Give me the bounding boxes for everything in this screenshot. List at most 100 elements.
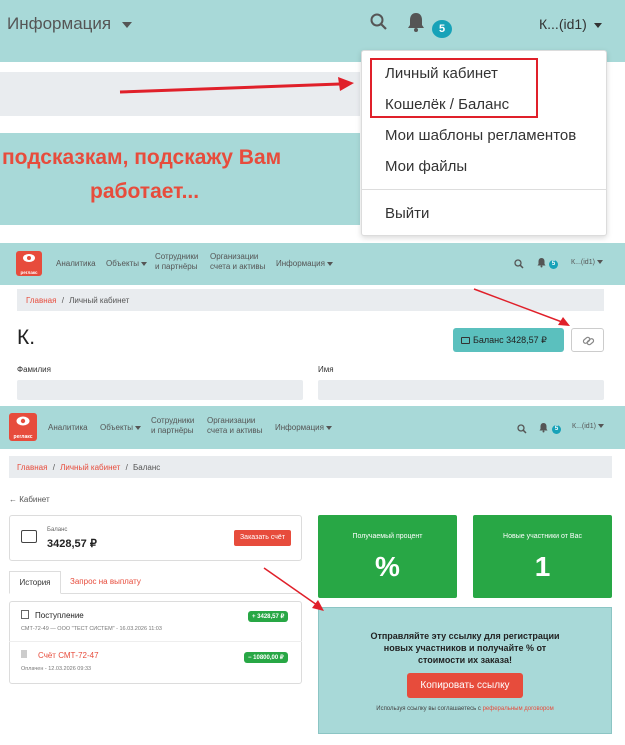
- nav-staff-line2: и партнёры: [151, 425, 194, 435]
- link-button[interactable]: [571, 328, 604, 352]
- agreement-prefix: Используя ссылку вы соглашаетесь с: [376, 706, 481, 712]
- chevron-down-icon: [135, 425, 141, 430]
- tx2-amount: − 10800,00 ₽: [244, 652, 288, 663]
- wallet-icon: [461, 337, 470, 345]
- info-menu[interactable]: Информация: [7, 14, 132, 34]
- agreement-text: Используя ссылку вы соглашаетесь с рефер…: [318, 706, 612, 712]
- chevron-down-icon: [325, 425, 332, 430]
- nav-orgs-line2: счета и активы: [210, 261, 266, 271]
- search-icon[interactable]: [370, 13, 388, 31]
- nav-info[interactable]: Информация: [275, 423, 332, 433]
- user-menu[interactable]: К...(id1): [571, 259, 603, 267]
- notification-badge: 5: [432, 20, 452, 38]
- nav-orgs[interactable]: Организации счета и активы: [207, 416, 262, 435]
- nav-analytics[interactable]: Аналитика: [48, 423, 88, 433]
- dropdown-item-logout[interactable]: Выйти: [385, 205, 429, 222]
- search-icon[interactable]: [514, 256, 524, 274]
- document-icon: [21, 610, 29, 619]
- user-menu[interactable]: К...(id1): [572, 423, 604, 431]
- back-link[interactable]: ← Кабинет: [9, 495, 50, 504]
- bell-icon[interactable]: [538, 420, 549, 438]
- breadcrumb-cabinet[interactable]: Личный кабинет: [60, 463, 120, 472]
- search-icon[interactable]: [517, 421, 527, 439]
- nav-info-label: Информация: [276, 259, 325, 268]
- dropdown-item-wallet[interactable]: Кошелёк / Баланс: [385, 96, 509, 113]
- annotation-arrow: [473, 288, 570, 326]
- notification-badge: 5: [549, 260, 558, 269]
- chevron-down-icon: [121, 21, 132, 28]
- nav-staff-line1: Сотрудники: [151, 416, 195, 425]
- order-invoice-button[interactable]: Заказать счёт: [234, 530, 291, 546]
- wallet-icon: [21, 530, 37, 543]
- dropdown-item-templates[interactable]: Мои шаблоны регламентов: [385, 127, 576, 144]
- referral-box: [318, 607, 612, 734]
- balance-button[interactable]: Баланс 3428,57 ₽: [453, 328, 564, 352]
- notification-badge: 5: [552, 425, 561, 434]
- breadcrumb-home[interactable]: Главная: [26, 296, 56, 305]
- chevron-down-icon: [596, 260, 603, 265]
- firstname-label: Имя: [318, 365, 334, 374]
- nav-info-label: Информация: [275, 423, 324, 432]
- tab-payout[interactable]: Запрос на выплату: [70, 577, 141, 586]
- link-icon: [582, 336, 595, 346]
- surname-field[interactable]: [17, 380, 303, 400]
- nav-analytics[interactable]: Аналитика: [56, 259, 96, 269]
- nav-orgs-line1: Организации: [210, 252, 259, 261]
- nav-info[interactable]: Информация: [276, 259, 333, 269]
- new-members-tile-label: Новые участники от Вас: [503, 533, 582, 540]
- bell-icon[interactable]: [536, 255, 547, 273]
- chevron-down-icon: [141, 261, 147, 266]
- tx1-title: Поступление: [35, 611, 84, 620]
- annotation-arrow: [119, 77, 354, 94]
- user-menu-label: К...(id1): [539, 16, 587, 32]
- nav-objects-label: Объекты: [100, 423, 133, 432]
- user-menu[interactable]: К...(id1): [539, 16, 602, 32]
- nav-staff-line2: и партнёры: [155, 261, 198, 271]
- tx2-title[interactable]: Счёт СМТ-72-47: [38, 651, 99, 660]
- new-members-tile-value: 1: [534, 551, 551, 582]
- breadcrumb-sep: /: [61, 296, 64, 305]
- banner-line2: работает...: [90, 180, 200, 203]
- info-menu-label: Информация: [7, 14, 112, 33]
- bell-icon[interactable]: [405, 11, 427, 33]
- breadcrumb-sep: /: [52, 463, 55, 472]
- nav-staff[interactable]: Сотрудники и партнёры: [151, 416, 194, 435]
- balance-card-value: 3428,57 ₽: [47, 538, 97, 550]
- annotation-arrow: [263, 567, 324, 611]
- agreement-link[interactable]: реферальным договором: [483, 706, 554, 712]
- nav-orgs-line2: счета и активы: [207, 425, 263, 435]
- firstname-field[interactable]: [318, 380, 604, 400]
- referral-text-line2: новых участников и получайте % от: [383, 643, 547, 653]
- logo-text: реглакс: [20, 270, 38, 275]
- logo[interactable]: реглакс: [16, 251, 42, 276]
- dropdown-item-files[interactable]: Мои файлы: [385, 158, 467, 175]
- row-divider: [9, 641, 302, 642]
- tx1-sub: СМТ-72-49 — ООО "ТЕСТ СИСТЕМ" - 16.03.20…: [21, 626, 162, 632]
- nav-orgs[interactable]: Организации счета и активы: [210, 252, 265, 271]
- dropdown-divider: [361, 189, 607, 190]
- breadcrumb-home[interactable]: Главная: [17, 463, 47, 472]
- surname-label: Фамилия: [17, 365, 51, 374]
- nav-objects[interactable]: Объекты: [106, 259, 147, 269]
- user-menu-label: К...(id1): [572, 423, 596, 430]
- balance-button-label: Баланс 3428,57 ₽: [473, 335, 547, 345]
- receipt-icon: [21, 650, 27, 658]
- referral-text-line1: Отправляйте эту ссылку для регистрации: [370, 631, 560, 641]
- breadcrumb-current: Баланс: [133, 463, 161, 472]
- tx2-sub: Оплачен - 12.03.2026 09:33: [21, 666, 92, 672]
- referral-text: Отправляйте эту ссылку для регистрации н…: [318, 630, 612, 666]
- percent-tile-value: %: [375, 551, 400, 582]
- nav-staff[interactable]: Сотрудники и партнёры: [155, 252, 198, 271]
- tab-history[interactable]: История: [9, 571, 61, 594]
- logo-text: реглакс: [13, 434, 33, 440]
- copy-link-button[interactable]: Копировать ссылку: [407, 673, 523, 698]
- page-title: К.: [17, 326, 36, 349]
- breadcrumb-text: Главная / Личный кабинет: [26, 296, 129, 305]
- dropdown-item-cabinet[interactable]: Личный кабинет: [385, 65, 498, 82]
- nav-staff-line1: Сотрудники: [155, 252, 199, 261]
- chevron-down-icon: [597, 424, 604, 429]
- percent-tile-label: Получаемый процент: [352, 533, 423, 540]
- nav-objects[interactable]: Объекты: [100, 423, 141, 433]
- nav-orgs-line1: Организации: [207, 416, 256, 425]
- logo[interactable]: реглакс: [9, 413, 37, 441]
